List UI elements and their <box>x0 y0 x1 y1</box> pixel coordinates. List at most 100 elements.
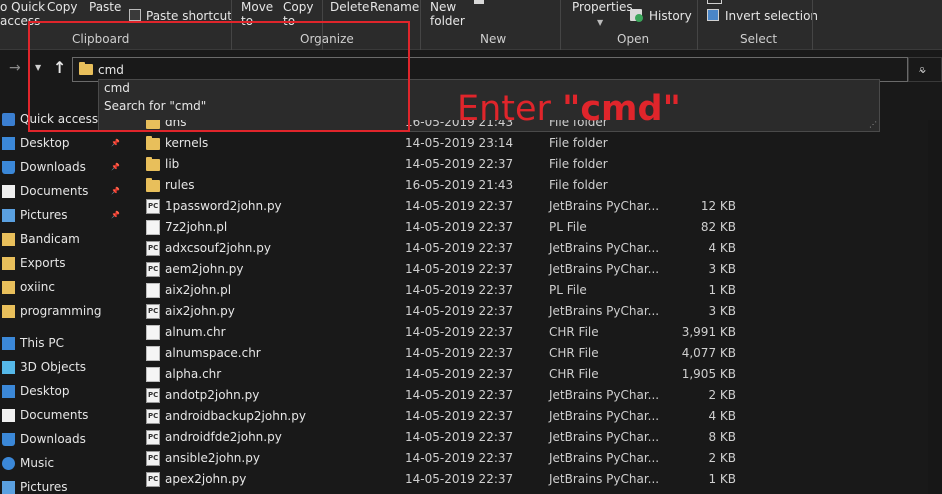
file-type: JetBrains PyChar... <box>549 304 660 318</box>
sidebar-item[interactable]: programming <box>0 300 128 324</box>
file-type: File folder <box>549 178 608 192</box>
file-row[interactable]: PC andotp2john.py 14-05-2019 22:37 JetBrain… <box>128 385 928 406</box>
file-row[interactable]: PC ansible2john.py 14-05-2019 22:37 JetBrai… <box>128 448 928 469</box>
folder-icon <box>146 136 160 150</box>
rename-button[interactable]: Rename <box>370 0 419 14</box>
file-date: 14-05-2019 22:37 <box>405 283 514 297</box>
file-size: 2 KB <box>708 451 736 465</box>
folder-icon <box>146 157 160 171</box>
file-row[interactable]: aix2john.pl 14-05-2019 22:37 PL File 1 KB <box>128 280 928 301</box>
file-date: 14-05-2019 23:14 <box>405 136 514 150</box>
sidebar-item[interactable]: Documents <box>0 404 128 428</box>
file-size: 2 KB <box>708 388 736 402</box>
file-icon <box>146 283 160 298</box>
new-folder-button[interactable]: New folder <box>430 0 465 28</box>
cube-icon <box>2 361 15 374</box>
copy-button[interactable]: Copy <box>47 0 77 14</box>
file-type: CHR File <box>549 325 599 339</box>
sidebar-item[interactable]: Desktop 📌 <box>0 132 128 156</box>
file-row[interactable]: PC androidfde2john.py 14-05-2019 22:37 JetB… <box>128 427 928 448</box>
history-icon <box>630 9 643 22</box>
file-row[interactable]: 7z2john.pl 14-05-2019 22:37 PL File 82 KB <box>128 217 928 238</box>
file-list: dns 16-05-2019 21:43 File folder kernels 14-… <box>128 120 928 494</box>
file-icon <box>146 346 160 361</box>
file-name: androidbackup2john.py <box>165 409 306 423</box>
file-type: JetBrains PyChar... <box>549 430 660 444</box>
file-size: 12 KB <box>700 199 736 213</box>
document-icon <box>2 409 15 422</box>
sidebar-item-label: Exports <box>20 256 66 270</box>
instruction-annotation: Enter "cmd" <box>457 87 681 131</box>
sidebar-item[interactable]: Documents 📌 <box>0 180 128 204</box>
file-row[interactable]: alnum.chr 14-05-2019 22:37 CHR File 3,991 K… <box>128 322 928 343</box>
sidebar-item[interactable]: Desktop <box>0 380 128 404</box>
file-row[interactable]: PC adxcsouf2john.py 14-05-2019 22:37 JetBra… <box>128 238 928 259</box>
file-row[interactable]: rules 16-05-2019 21:43 File folder <box>128 175 928 196</box>
file-name: adxcsouf2john.py <box>165 241 271 255</box>
delete-button[interactable]: Delete <box>330 0 369 14</box>
star-icon <box>2 113 15 126</box>
file-date: 14-05-2019 22:37 <box>405 367 514 381</box>
file-type: JetBrains PyChar... <box>549 241 660 255</box>
file-type: PL File <box>549 220 587 234</box>
file-size: 3,991 KB <box>681 325 736 339</box>
sidebar-item[interactable]: Exports <box>0 252 128 276</box>
sidebar-item[interactable]: Music <box>0 452 128 476</box>
sidebar-item-label: oxiinc <box>20 280 55 294</box>
folder-icon <box>146 178 160 192</box>
sidebar-item-label: Documents <box>20 408 89 422</box>
sidebar-item-label: 3D Objects <box>20 360 87 374</box>
sidebar-item-label: Downloads <box>20 432 86 446</box>
file-row[interactable]: kernels 14-05-2019 23:14 File folder <box>128 133 928 154</box>
file-date: 14-05-2019 22:37 <box>405 304 514 318</box>
sidebar-item[interactable]: Downloads 📌 <box>0 156 128 180</box>
sidebar-item[interactable]: Pictures <box>0 476 128 494</box>
file-type: JetBrains PyChar... <box>549 388 660 402</box>
python-file-icon: PC <box>146 199 160 214</box>
music-icon <box>2 457 15 470</box>
group-label-open: Open <box>617 32 650 46</box>
file-row[interactable]: PC aix2john.py 14-05-2019 22:37 JetBrains P… <box>128 301 928 322</box>
instruction-prefix: Enter <box>457 89 563 129</box>
vertical-scrollbar[interactable] <box>928 120 942 494</box>
document-icon <box>2 185 15 198</box>
highlight-box <box>28 21 410 132</box>
file-row[interactable]: PC aem2john.py 14-05-2019 22:37 JetBrains P… <box>128 259 928 280</box>
properties-button[interactable]: Properties <box>572 0 633 14</box>
file-row[interactable]: PC 1password2john.py 14-05-2019 22:37 JetBr… <box>128 196 928 217</box>
file-name: 7z2john.pl <box>165 220 228 234</box>
sidebar-item[interactable]: oxiinc <box>0 276 128 300</box>
file-name: 1password2john.py <box>165 199 282 213</box>
properties-dropdown-icon[interactable]: ▼ <box>597 18 603 27</box>
sidebar-item[interactable]: Pictures 📌 <box>0 204 128 228</box>
file-row[interactable]: PC apex2john.py 14-05-2019 22:37 JetBrains … <box>128 469 928 490</box>
sidebar-item-label: Pictures <box>20 208 68 222</box>
invert-selection-button[interactable]: Invert selection <box>725 9 818 23</box>
search-box[interactable]: ⌕ <box>908 57 942 82</box>
file-row[interactable]: PC androidbackup2john.py 14-05-2019 22:37 J… <box>128 406 928 427</box>
file-row[interactable]: alnumspace.chr 14-05-2019 22:37 CHR File 4,… <box>128 343 928 364</box>
forward-arrow-icon[interactable]: → <box>9 60 21 76</box>
sidebar-item[interactable]: 3D Objects <box>0 356 128 380</box>
file-name: apex2john.py <box>165 472 247 486</box>
pin-icon: 📌 <box>111 163 120 171</box>
file-row[interactable]: alpha.chr 14-05-2019 22:37 CHR File 1,905 K… <box>128 364 928 385</box>
file-type: CHR File <box>549 346 599 360</box>
new-item-icon <box>474 0 484 4</box>
new-folder-label-2: folder <box>430 14 465 28</box>
paste-button[interactable]: Paste <box>89 0 121 14</box>
sidebar-item-label: programming <box>20 304 102 318</box>
file-type: JetBrains PyChar... <box>549 262 660 276</box>
sidebar-item[interactable]: Downloads <box>0 428 128 452</box>
sidebar-item[interactable]: Bandicam <box>0 228 128 252</box>
file-row[interactable]: lib 14-05-2019 22:37 File folder <box>128 154 928 175</box>
group-label-new: New <box>480 32 507 46</box>
file-date: 14-05-2019 22:37 <box>405 388 514 402</box>
history-button[interactable]: History <box>649 9 692 23</box>
ribbon-divider <box>812 0 813 50</box>
sidebar-item[interactable]: This PC <box>0 332 128 356</box>
file-size: 4,077 KB <box>681 346 736 360</box>
file-type: PL File <box>549 283 587 297</box>
search-icon: ⌕ <box>919 62 926 75</box>
file-date: 14-05-2019 22:37 <box>405 325 514 339</box>
